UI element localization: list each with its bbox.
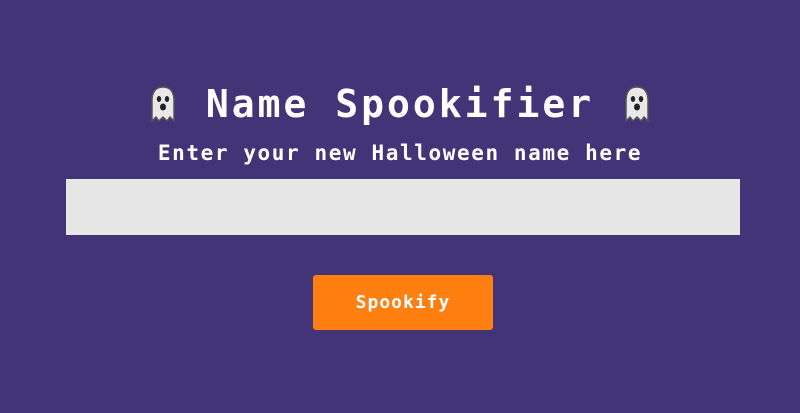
spookify-button[interactable]: Spookify — [313, 275, 493, 330]
ghost-icon — [625, 86, 649, 123]
page-title: Name Spookifier — [205, 82, 595, 126]
halloween-name-input[interactable] — [66, 179, 740, 235]
title-row: Name Spookifier — [0, 80, 800, 128]
name-prompt: Enter your new Halloween name here — [157, 141, 643, 165]
ghost-icon — [151, 86, 175, 123]
